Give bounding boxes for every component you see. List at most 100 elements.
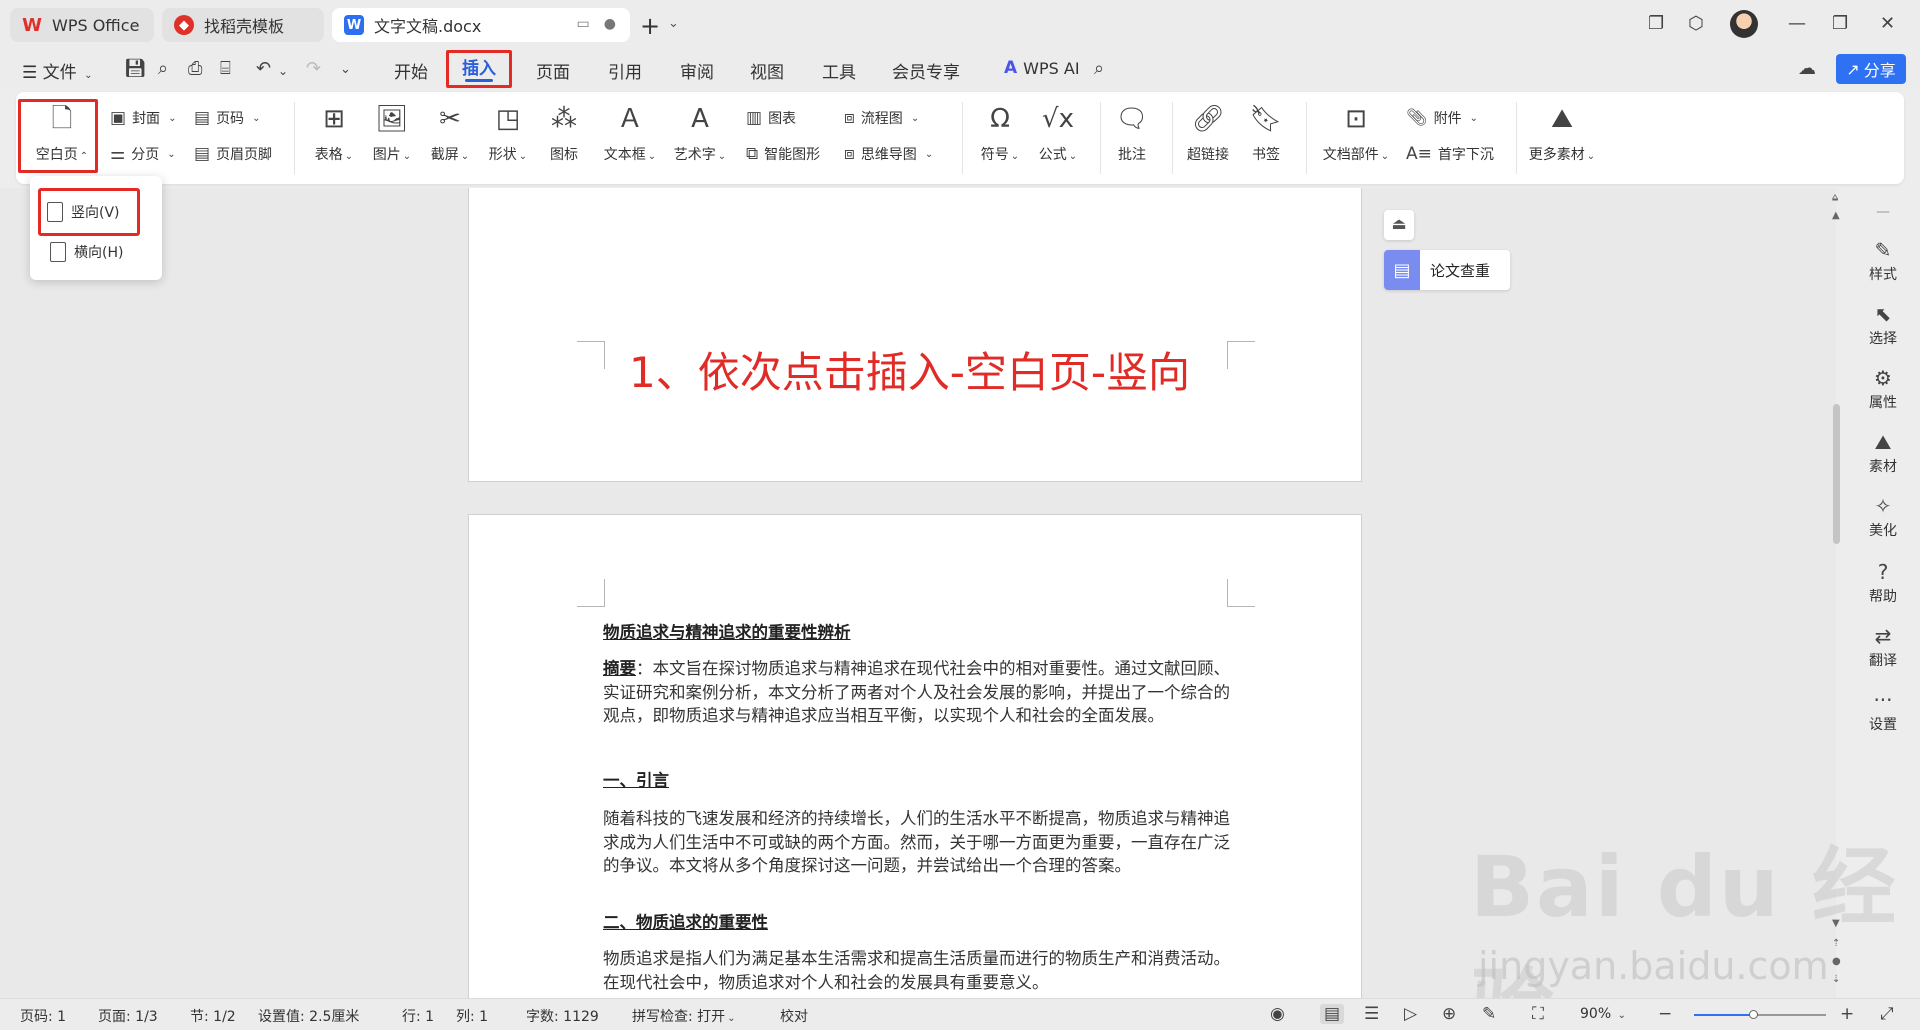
cube-icon[interactable]: ⬡ xyxy=(1688,13,1704,34)
portrait-option[interactable]: 竖向(V) xyxy=(38,188,140,236)
status-word-count[interactable]: 字数: 1129 xyxy=(526,1006,599,1026)
eye-icon[interactable]: ◉ xyxy=(1270,1004,1285,1024)
tab-insert[interactable]: 插入 xyxy=(446,50,512,88)
zoom-out-icon[interactable]: − xyxy=(1658,1004,1672,1024)
unsaved-dot-icon[interactable]: ● xyxy=(604,16,616,32)
mindmap-button[interactable]: ⧈ 思维导图 ⌄ xyxy=(844,144,933,164)
tab-review[interactable]: 审阅 xyxy=(680,58,714,83)
tab-template[interactable]: ◆ 找稻壳模板 xyxy=(162,8,324,42)
comment-button[interactable]: 🗨︎ 批注 xyxy=(1100,102,1164,164)
status-section[interactable]: 节: 1/2 xyxy=(190,1006,236,1026)
status-spell-check[interactable]: 拼写检查: 打开 ⌄ xyxy=(632,1006,736,1026)
side-beautify[interactable]: ✧ 美化 xyxy=(1846,494,1920,540)
side-help[interactable]: ? 帮助 xyxy=(1846,560,1920,606)
side-translate[interactable]: ⇄ 翻译 xyxy=(1846,624,1920,670)
fullscreen-icon[interactable]: ⤢ xyxy=(1880,1004,1894,1024)
attachment-button[interactable]: 📎︎ 附件 ⌄ xyxy=(1406,108,1478,128)
zoom-slider[interactable] xyxy=(1694,1010,1826,1019)
status-col[interactable]: 列: 1 xyxy=(456,1006,488,1026)
zoom-level[interactable]: 90% ⌄ xyxy=(1580,1006,1626,1022)
undo-icon[interactable]: ↶ xyxy=(256,58,271,79)
search-icon[interactable]: ⌕ xyxy=(1094,58,1104,79)
section-break-button[interactable]: ⚌ 分页 ⌄ xyxy=(110,144,176,164)
landscape-option[interactable]: 横向(H) xyxy=(50,242,123,262)
scroll-up-icon[interactable]: ▲ xyxy=(1832,210,1840,221)
bookmark-button[interactable]: 🔖︎ 书签 xyxy=(1234,102,1298,164)
header-footer-button[interactable]: ▤ 页眉页脚 xyxy=(194,144,272,164)
flowchart-button[interactable]: ⧈ 流程图 ⌄ xyxy=(844,108,919,128)
file-menu[interactable]: ☰ 文件 ⌄ xyxy=(22,58,92,83)
thesis-check-button[interactable]: ▤ 论文查重 xyxy=(1384,250,1510,290)
icon-button[interactable]: ⁂ 图标 xyxy=(532,102,596,164)
redo-icon[interactable]: ↷ xyxy=(306,58,321,79)
share-button[interactable]: ↗ 分享 xyxy=(1836,54,1906,84)
print-preview-icon[interactable]: ⌸ xyxy=(220,58,231,79)
zoom-in-icon[interactable]: + xyxy=(1840,1004,1854,1024)
page-number-button[interactable]: ▤ 页码 ⌄ xyxy=(194,108,260,128)
tab-view[interactable]: 视图 xyxy=(750,58,784,83)
doc-parts-button[interactable]: ⊡ 文档部件 ⌄ xyxy=(1318,102,1394,164)
chevron-down-icon[interactable]: ⌄ xyxy=(668,16,679,31)
restore-icon[interactable]: ❐ xyxy=(1832,13,1848,34)
panel-collapse[interactable]: — xyxy=(1846,204,1920,220)
save-icon[interactable]: 💾︎ xyxy=(124,58,147,79)
wps-ai-button[interactable]: A WPS AI xyxy=(1004,58,1080,78)
screenshot-button[interactable]: ✂ 截屏 ⌄ xyxy=(418,102,482,164)
cover-button[interactable]: ▣ 封面 ⌄ xyxy=(110,108,176,128)
collapse-button[interactable]: ⏏ xyxy=(1384,210,1414,240)
window-layout-icon[interactable]: ❐ xyxy=(1648,13,1664,34)
status-proofread[interactable]: 校对 xyxy=(780,1006,808,1026)
tab-wps-office[interactable]: W WPS Office xyxy=(10,8,154,42)
side-select[interactable]: ⬉ 选择 xyxy=(1846,302,1920,348)
format-painter-icon[interactable]: ⌕ xyxy=(158,58,168,79)
picture-button[interactable]: 🖼︎ 图片 ⌄ xyxy=(360,102,424,164)
avatar[interactable] xyxy=(1730,10,1758,38)
chart-button[interactable]: ▥ 图表 xyxy=(746,108,796,128)
globe-icon[interactable]: ⊕ xyxy=(1442,1004,1456,1024)
side-settings[interactable]: ··· 设置 xyxy=(1846,688,1920,734)
margin-corner xyxy=(577,341,605,369)
page-1[interactable]: 1、依次点击插入-空白页-竖向 xyxy=(468,188,1362,482)
side-materials[interactable]: ⛰ 素材 xyxy=(1846,430,1920,476)
shape-button[interactable]: ◳ 形状 ⌄ xyxy=(476,102,540,164)
textbox-button[interactable]: Ａ 文本框 ⌄ xyxy=(598,102,662,164)
formula-button[interactable]: √x 公式 ⌄ xyxy=(1026,102,1090,164)
tab-page[interactable]: 页面 xyxy=(536,58,570,83)
monitor-icon[interactable]: ▭ xyxy=(577,16,590,32)
symbol-button[interactable]: Ω 符号 ⌄ xyxy=(968,102,1032,164)
more-materials-button[interactable]: ⛰ 更多素材 ⌄ xyxy=(1520,102,1604,164)
dropcap-button[interactable]: A≡ 首字下沉 xyxy=(1406,144,1494,164)
wordart-button[interactable]: A 艺术字 ⌄ xyxy=(668,102,732,164)
close-icon[interactable]: ✕ xyxy=(1880,13,1895,34)
zoom-slider-knob[interactable] xyxy=(1749,1010,1759,1019)
pen-icon[interactable]: ✎ xyxy=(1482,1004,1496,1024)
side-styles[interactable]: ✎ 样式 xyxy=(1846,238,1920,284)
smartart-button[interactable]: ⧉ 智能图形 xyxy=(746,144,820,164)
print-icon[interactable]: ⎙ xyxy=(188,58,202,79)
tab-reference[interactable]: 引用 xyxy=(608,58,642,83)
tab-document[interactable]: W 文字文稿.docx ▭ ● xyxy=(332,8,630,42)
table-button[interactable]: ⊞ 表格 ⌄ xyxy=(302,102,366,164)
fit-page-icon[interactable]: ⛶ xyxy=(1532,1004,1544,1024)
chevron-down-icon[interactable]: ⌄ xyxy=(340,62,351,77)
cloud-status-icon[interactable]: ☁ xyxy=(1798,58,1816,79)
scroll-top-icon[interactable]: ⩠ xyxy=(1832,192,1838,203)
status-page-number[interactable]: 页码: 1 xyxy=(20,1006,66,1026)
scrollbar-thumb[interactable] xyxy=(1833,404,1840,544)
tab-tools[interactable]: 工具 xyxy=(822,58,856,83)
page-view-icon[interactable]: ▤ xyxy=(1320,1004,1345,1024)
tab-start[interactable]: 开始 xyxy=(394,58,428,83)
hyperlink-button[interactable]: 🔗︎ 超链接 xyxy=(1176,102,1240,164)
status-setting[interactable]: 设置值: 2.5厘米 xyxy=(258,1006,359,1026)
page-2[interactable]: 物质追求与精神追求的重要性辨析 摘要：本文旨在探讨物质追求与精神追求在现代社会中… xyxy=(468,514,1362,998)
status-pages[interactable]: 页面: 1/3 xyxy=(98,1006,158,1026)
abstract-paragraph: 摘要：本文旨在探讨物质追求与精神追求在现代社会中的相对重要性。通过文献回顾、实证… xyxy=(603,657,1233,728)
outline-view-icon[interactable]: ☰ xyxy=(1364,1004,1379,1024)
status-row[interactable]: 行: 1 xyxy=(402,1006,434,1026)
tab-member[interactable]: 会员专享 xyxy=(892,58,960,83)
new-tab-button[interactable]: + xyxy=(640,12,660,40)
play-icon[interactable]: ▷ xyxy=(1404,1004,1417,1024)
minimize-icon[interactable]: — xyxy=(1788,13,1806,34)
side-properties[interactable]: ⚙ 属性 xyxy=(1846,366,1920,412)
chevron-down-icon[interactable]: ⌄ xyxy=(278,64,288,78)
